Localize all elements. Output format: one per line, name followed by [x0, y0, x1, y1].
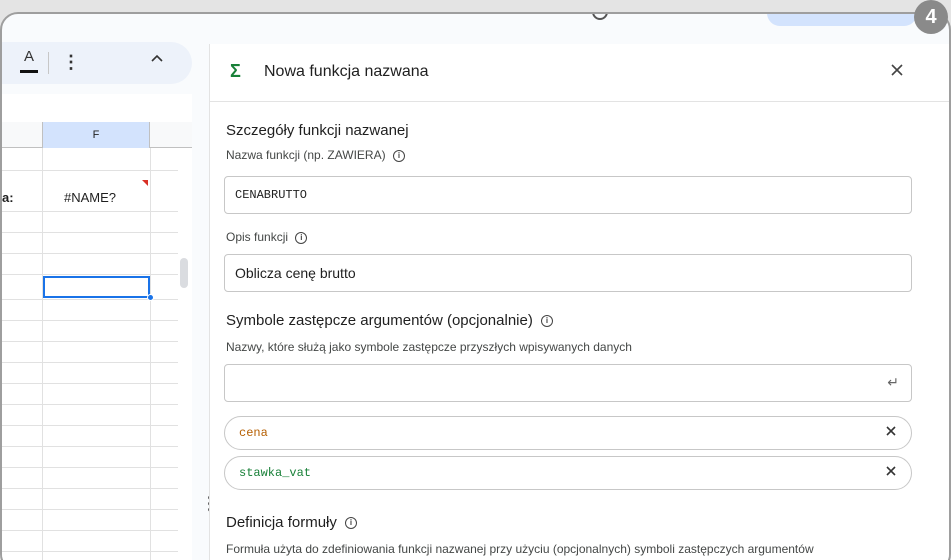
fill-handle[interactable]: [147, 294, 154, 301]
vertical-scrollbar[interactable]: [180, 258, 188, 288]
argument-chip-label: stawka_vat: [239, 466, 312, 480]
chevron-up-icon[interactable]: [150, 50, 164, 68]
grid-line: [2, 170, 178, 171]
grid-line: [2, 425, 178, 426]
desc-field-label-text: Opis funkcji: [226, 230, 289, 244]
step-badge: 4: [914, 0, 948, 34]
toolbar-divider: [48, 52, 49, 74]
desc-field-label: Opis funkcji i: [226, 230, 308, 244]
placeholders-hint: Nazwy, które służą jako symbole zastępcz…: [226, 340, 632, 354]
share-button[interactable]: [767, 14, 917, 26]
function-name-value: CENABRUTTO: [235, 188, 308, 202]
account-icon[interactable]: [592, 14, 608, 20]
info-icon[interactable]: i: [541, 315, 553, 328]
close-icon[interactable]: [890, 60, 904, 83]
grid-line: [2, 467, 178, 468]
cell-label-partial[interactable]: a:: [2, 190, 14, 205]
grid-line: [2, 509, 178, 510]
grid-line: [2, 446, 178, 447]
function-description-value: Oblicza cenę brutto: [235, 265, 356, 281]
formula-bar[interactable]: [2, 94, 192, 122]
cell-f-value[interactable]: #NAME?: [64, 190, 116, 205]
info-icon[interactable]: i: [345, 517, 358, 530]
column-header-f[interactable]: F: [42, 122, 150, 148]
grid-line: [2, 341, 178, 342]
grid-line: [150, 148, 151, 560]
info-icon[interactable]: i: [295, 231, 308, 244]
grid-line: [2, 211, 178, 212]
panel-header: Σ Nowa funkcja nazwana: [210, 44, 949, 102]
app-window: A ⋮ F a: #NAME? Σ Nowa funkcja nazwana S…: [0, 12, 951, 560]
text-color-swatch: [20, 70, 38, 73]
grid-line: [42, 148, 43, 560]
grid-line: [2, 488, 178, 489]
named-function-panel: Σ Nowa funkcja nazwana Szczegóły funkcji…: [209, 44, 949, 560]
grid-line: [2, 530, 178, 531]
grid-line: [2, 383, 178, 384]
grid-line: [2, 551, 178, 552]
name-field-label: Nazwa funkcji (np. ZAWIERA) i: [226, 148, 405, 162]
grid-line: [2, 253, 178, 254]
argument-chip[interactable]: cena: [224, 416, 912, 450]
placeholders-section-title: Symbole zastępcze argumentów (opcjonalni…: [226, 312, 553, 329]
grid-line: [2, 232, 178, 233]
placeholder-input[interactable]: ↵: [224, 364, 912, 402]
remove-chip-icon[interactable]: [885, 424, 897, 442]
formatting-toolbar: A ⋮: [2, 42, 192, 84]
argument-chip-label: cena: [239, 426, 268, 440]
selected-cell[interactable]: [43, 276, 150, 298]
grid-line: [2, 404, 178, 405]
grid-line: [2, 274, 178, 275]
definition-title-text: Definicja formuły: [226, 514, 337, 531]
grid-line: [2, 320, 178, 321]
definition-section-title: Definicja formuły i: [226, 514, 358, 531]
more-options-icon[interactable]: ⋮: [62, 52, 80, 73]
info-icon[interactable]: i: [392, 149, 405, 162]
text-color-icon[interactable]: A: [20, 48, 38, 65]
sigma-icon: Σ: [230, 61, 241, 81]
function-description-input[interactable]: Oblicza cenę brutto: [224, 254, 912, 292]
details-section-title: Szczegóły funkcji nazwanej: [226, 122, 409, 139]
argument-chip[interactable]: stawka_vat: [224, 456, 912, 490]
spreadsheet-grid[interactable]: F a: #NAME?: [2, 122, 192, 560]
definition-hint: Formuła użyta do zdefiniowania funkcji n…: [226, 542, 814, 556]
panel-title: Nowa funkcja nazwana: [264, 63, 429, 80]
function-name-input[interactable]: CENABRUTTO: [224, 176, 912, 214]
error-indicator-icon[interactable]: [142, 180, 148, 186]
grid-line: [2, 362, 178, 363]
remove-chip-icon[interactable]: [885, 464, 897, 482]
name-field-label-text: Nazwa funkcji (np. ZAWIERA): [226, 148, 386, 162]
placeholders-title-text: Symbole zastępcze argumentów (opcjonalni…: [226, 312, 533, 329]
column-header-row: F: [2, 122, 192, 148]
enter-icon[interactable]: ↵: [887, 374, 899, 391]
